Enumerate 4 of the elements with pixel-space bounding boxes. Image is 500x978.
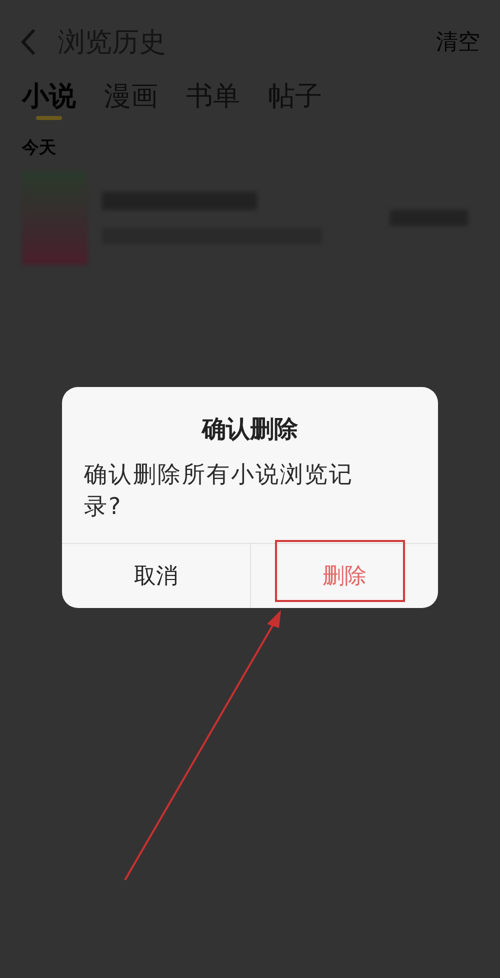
dialog-title: 确认删除 — [200, 414, 299, 445]
delete-button[interactable]: 删除 — [250, 544, 438, 608]
dialog-message: 确认删除所有小说浏览记录? — [83, 461, 354, 522]
cancel-button[interactable]: 取消 — [62, 544, 250, 608]
